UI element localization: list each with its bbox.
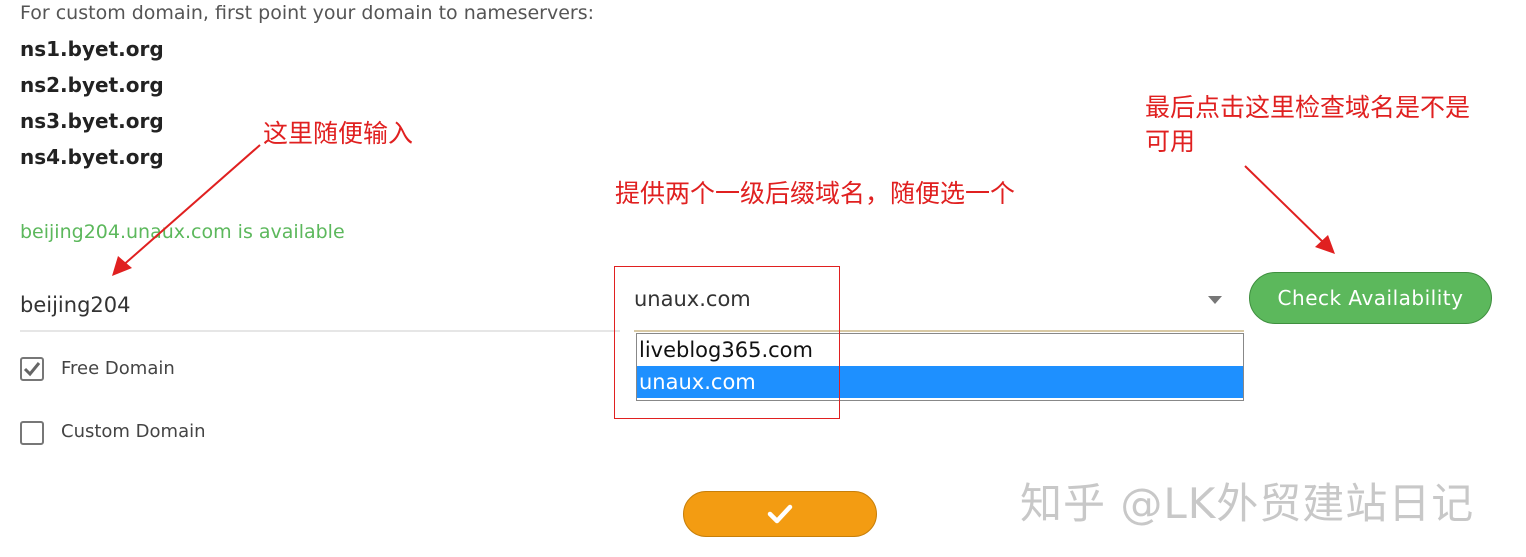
arrow-icon [112, 144, 261, 276]
arrow-icon [1244, 165, 1335, 254]
watermark: 知乎 @LK外贸建站日记 [1020, 479, 1475, 528]
